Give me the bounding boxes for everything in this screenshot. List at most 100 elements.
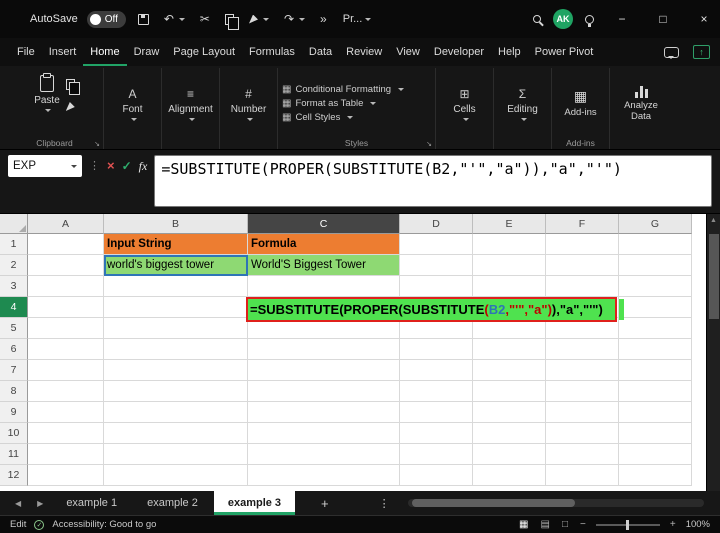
normal-view-icon[interactable]: ▦ [517,519,530,530]
cell-D2[interactable] [400,255,473,276]
row-header-5[interactable]: 5 [0,318,28,339]
sheet-tab-example-1[interactable]: example 1 [52,491,131,515]
formula-input[interactable]: =SUBSTITUTE(PROPER(SUBSTITUTE(B2,"'","a"… [154,155,712,207]
scroll-up-icon[interactable]: ▲ [707,214,720,224]
undo-button[interactable]: ↶ [161,12,188,26]
cell-styles-button[interactable]: ▦ Cell Styles [282,112,431,123]
cell-D8[interactable] [400,381,473,402]
name-box-resize-dots[interactable]: ⋮ [89,155,100,172]
cell-C3[interactable] [248,276,400,297]
cell-C2[interactable]: World'S Biggest Tower [248,255,400,276]
horizontal-scrollbar[interactable] [408,499,704,507]
row-header-3[interactable]: 3 [0,276,28,297]
cell-B4[interactable] [104,297,248,318]
cell-G1[interactable] [619,234,692,255]
dialog-launcher-icon[interactable]: ↘ [426,140,432,148]
cell-A5[interactable] [28,318,104,339]
cell-A6[interactable] [28,339,104,360]
cut-button[interactable]: ✂ [197,12,213,26]
cell-G9[interactable] [619,402,692,423]
cell-F2[interactable] [546,255,619,276]
cell-B8[interactable] [104,381,248,402]
tab-page-layout[interactable]: Page Layout [166,38,242,66]
cell-A10[interactable] [28,423,104,444]
paste-button[interactable]: Paste [34,71,60,112]
cell-B1[interactable]: Input String [104,234,248,255]
tab-draw[interactable]: Draw [127,38,167,66]
cell-D11[interactable] [400,444,473,465]
presenter-dropdown[interactable]: Pr... [339,13,376,25]
row-header-10[interactable]: 10 [0,423,28,444]
cell-A9[interactable] [28,402,104,423]
cell-G3[interactable] [619,276,692,297]
cell-E12[interactable] [473,465,546,486]
cell-E1[interactable] [473,234,546,255]
cell-C12[interactable] [248,465,400,486]
cell-F9[interactable] [546,402,619,423]
minimize-button[interactable]: − [606,0,638,38]
analyze-data-button[interactable]: Analyze Data [618,85,664,123]
comments-icon[interactable] [664,47,679,58]
tab-insert[interactable]: Insert [42,38,84,66]
row-header-8[interactable]: 8 [0,381,28,402]
sheet-nav-right-icon[interactable]: ▶ [30,499,50,508]
row-header-11[interactable]: 11 [0,444,28,465]
zoom-slider-thumb[interactable] [626,520,629,530]
tab-formulas[interactable]: Formulas [242,38,302,66]
row-header-1[interactable]: 1 [0,234,28,255]
cell-C6[interactable] [248,339,400,360]
cell-C11[interactable] [248,444,400,465]
cell-C1[interactable]: Formula [248,234,400,255]
column-header-a[interactable]: A [28,214,104,234]
cell-F7[interactable] [546,360,619,381]
accessibility-status[interactable]: Accessibility: Good to go [52,519,156,530]
font-group-button[interactable]: A Font [104,68,162,149]
sheet-tab-example-3[interactable]: example 3 [214,491,295,515]
cell-A4[interactable] [28,297,104,318]
tab-developer[interactable]: Developer [427,38,491,66]
cell-E10[interactable] [473,423,546,444]
format-painter-icon[interactable] [66,102,75,111]
column-header-c[interactable]: C [248,214,400,234]
cell-B6[interactable] [104,339,248,360]
vertical-scrollbar-thumb[interactable] [709,234,719,319]
vertical-scrollbar[interactable]: ▲ [706,214,720,491]
column-header-e[interactable]: E [473,214,546,234]
cell-B12[interactable] [104,465,248,486]
dialog-launcher-icon[interactable]: ↘ [94,140,100,148]
row-header-9[interactable]: 9 [0,402,28,423]
maximize-button[interactable]: □ [647,0,679,38]
cell-E6[interactable] [473,339,546,360]
cell-B9[interactable] [104,402,248,423]
cell-C9[interactable] [248,402,400,423]
cell-A1[interactable] [28,234,104,255]
column-header-b[interactable]: B [104,214,248,234]
sheet-tab-example-2[interactable]: example 2 [133,491,212,515]
zoom-level[interactable]: 100% [686,519,710,530]
quick-access-overflow-button[interactable]: » [317,12,330,26]
tab-file[interactable]: File [10,38,42,66]
horizontal-scrollbar-thumb[interactable] [412,499,575,507]
row-header-2[interactable]: 2 [0,255,28,276]
cell-B3[interactable] [104,276,248,297]
cell-G2[interactable] [619,255,692,276]
row-header-6[interactable]: 6 [0,339,28,360]
cell-G12[interactable] [619,465,692,486]
save-button[interactable] [135,14,152,25]
cell-C7[interactable] [248,360,400,381]
cell-D12[interactable] [400,465,473,486]
cell-E9[interactable] [473,402,546,423]
zoom-out-icon[interactable]: − [578,519,588,530]
cell-G11[interactable] [619,444,692,465]
tab-home[interactable]: Home [83,38,126,66]
page-layout-view-icon[interactable]: ▤ [539,519,552,530]
tab-data[interactable]: Data [302,38,339,66]
tab-power-pivot[interactable]: Power Pivot [528,38,601,66]
tab-help[interactable]: Help [491,38,528,66]
cell-B7[interactable] [104,360,248,381]
cells-group-button[interactable]: ⊞ Cells [436,68,494,149]
column-header-f[interactable]: F [546,214,619,234]
zoom-in-icon[interactable]: + [668,519,678,530]
cell-E3[interactable] [473,276,546,297]
select-all-corner[interactable] [0,214,28,234]
